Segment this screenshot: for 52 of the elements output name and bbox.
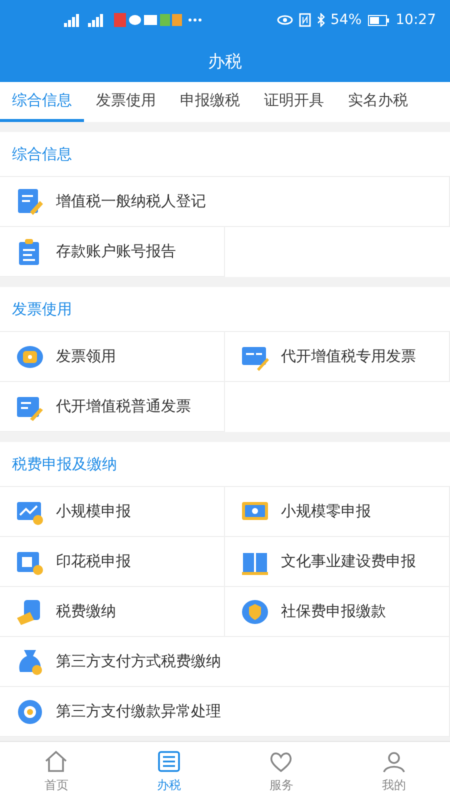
- coin-icon: [16, 698, 44, 726]
- service-label: 第三方支付方式税费缴纳: [56, 652, 221, 671]
- tab[interactable]: 证明开具: [252, 82, 336, 122]
- service-label: 增值税一般纳税人登记: [56, 192, 206, 211]
- bluetooth-icon: [316, 13, 325, 27]
- section-title: 发票使用: [12, 300, 72, 318]
- service-label: 印花税申报: [56, 552, 131, 571]
- document-icon: [16, 188, 44, 216]
- service-label: 小规模申报: [56, 502, 131, 521]
- notification-icon: [114, 13, 182, 27]
- service-item[interactable]: 增值税一般纳税人登记: [0, 177, 450, 227]
- service-item[interactable]: 第三方支付缴款异常处理: [0, 687, 450, 737]
- service-item[interactable]: 文化事业建设费申报: [225, 537, 450, 587]
- tab[interactable]: 申报缴税: [168, 82, 252, 122]
- nav-item[interactable]: 首页: [0, 742, 112, 800]
- shield-icon: [241, 598, 269, 626]
- service-label: 代开增值税专用发票: [281, 347, 416, 366]
- battery-percentage: 54%: [330, 12, 362, 28]
- list-icon: [156, 748, 182, 774]
- eye-icon: [276, 15, 293, 25]
- service-label: 税费缴纳: [56, 602, 116, 621]
- service-item[interactable]: 第三方支付方式税费缴纳: [0, 637, 450, 687]
- service-label: 第三方支付缴款异常处理: [56, 702, 221, 721]
- section-title: 税费申报及缴纳: [12, 454, 117, 474]
- service-item[interactable]: 印花税申报: [0, 537, 225, 587]
- nav-item[interactable]: 办税: [112, 742, 225, 800]
- page-title: 办税: [208, 50, 242, 72]
- service-item[interactable]: 小规模申报: [0, 487, 225, 537]
- service-label: 社保费申报缴款: [281, 602, 386, 621]
- nav-item[interactable]: 服务: [225, 742, 338, 800]
- service-label: 代开增值税普通发票: [56, 397, 191, 416]
- service-item[interactable]: 代开增值税专用发票: [225, 332, 450, 382]
- service-label: 小规模零申报: [281, 502, 371, 521]
- clock-time: 10:27: [396, 12, 436, 28]
- service-label: 发票领用: [56, 347, 116, 366]
- service-label: 文化事业建设费申报: [281, 552, 416, 571]
- service-item[interactable]: 税费缴纳: [0, 587, 225, 637]
- tab[interactable]: 发票使用: [84, 82, 168, 122]
- service-item[interactable]: 发票领用: [0, 332, 225, 382]
- service-label: 存款账户账号报告: [56, 242, 176, 261]
- home-icon: [43, 748, 70, 774]
- nav-item[interactable]: 我的: [338, 742, 450, 800]
- battery-icon: [368, 14, 390, 26]
- service-item[interactable]: 小规模零申报: [225, 487, 450, 537]
- nfc-icon: [298, 13, 311, 27]
- service-item[interactable]: 社保费申报缴款: [225, 587, 450, 637]
- tab[interactable]: 综合信息: [0, 82, 84, 122]
- more-icon: [188, 18, 202, 22]
- tab[interactable]: 实名办税: [336, 82, 420, 122]
- section-title: 综合信息: [12, 144, 72, 164]
- service-item[interactable]: 代开增值税普通发票: [0, 382, 225, 432]
- service-item[interactable]: 存款账户账号报告: [0, 227, 225, 277]
